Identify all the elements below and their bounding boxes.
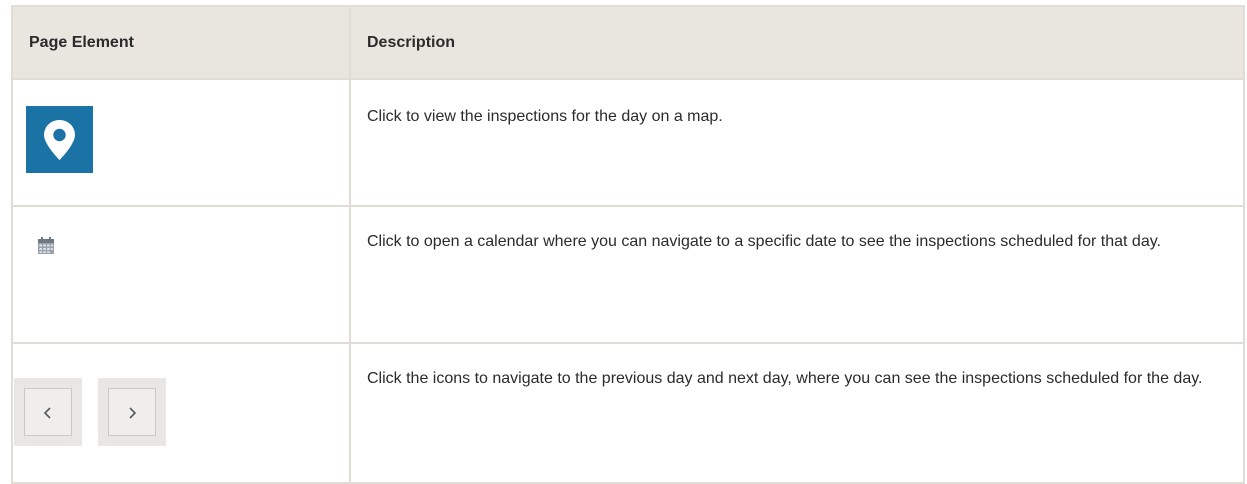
description-cell: Click to view the inspections for the da… — [349, 78, 1245, 207]
chevron-left-icon — [43, 407, 51, 419]
page-element-cell — [11, 78, 351, 207]
header-description: Description — [349, 5, 1245, 80]
page-element-cell — [11, 342, 351, 484]
table-header-row: Page Element Description — [11, 5, 1245, 80]
next-day-button[interactable] — [98, 378, 166, 446]
map-button[interactable] — [26, 106, 93, 173]
page-element-cell — [11, 205, 351, 344]
page-elements-table: Page Element Description Click to view t… — [11, 5, 1245, 484]
map-pin-icon — [44, 120, 75, 160]
previous-day-button[interactable] — [14, 378, 82, 446]
calendar-icon[interactable] — [37, 237, 55, 254]
chevron-right-icon — [129, 407, 137, 419]
header-page-element: Page Element — [11, 5, 351, 80]
description-cell: Click the icons to navigate to the previ… — [349, 342, 1245, 484]
table-row: Click to open a calendar where you can n… — [11, 205, 1245, 344]
table-row: Click to view the inspections for the da… — [11, 78, 1245, 207]
description-cell: Click to open a calendar where you can n… — [349, 205, 1245, 344]
table-row: Click the icons to navigate to the previ… — [11, 342, 1245, 484]
